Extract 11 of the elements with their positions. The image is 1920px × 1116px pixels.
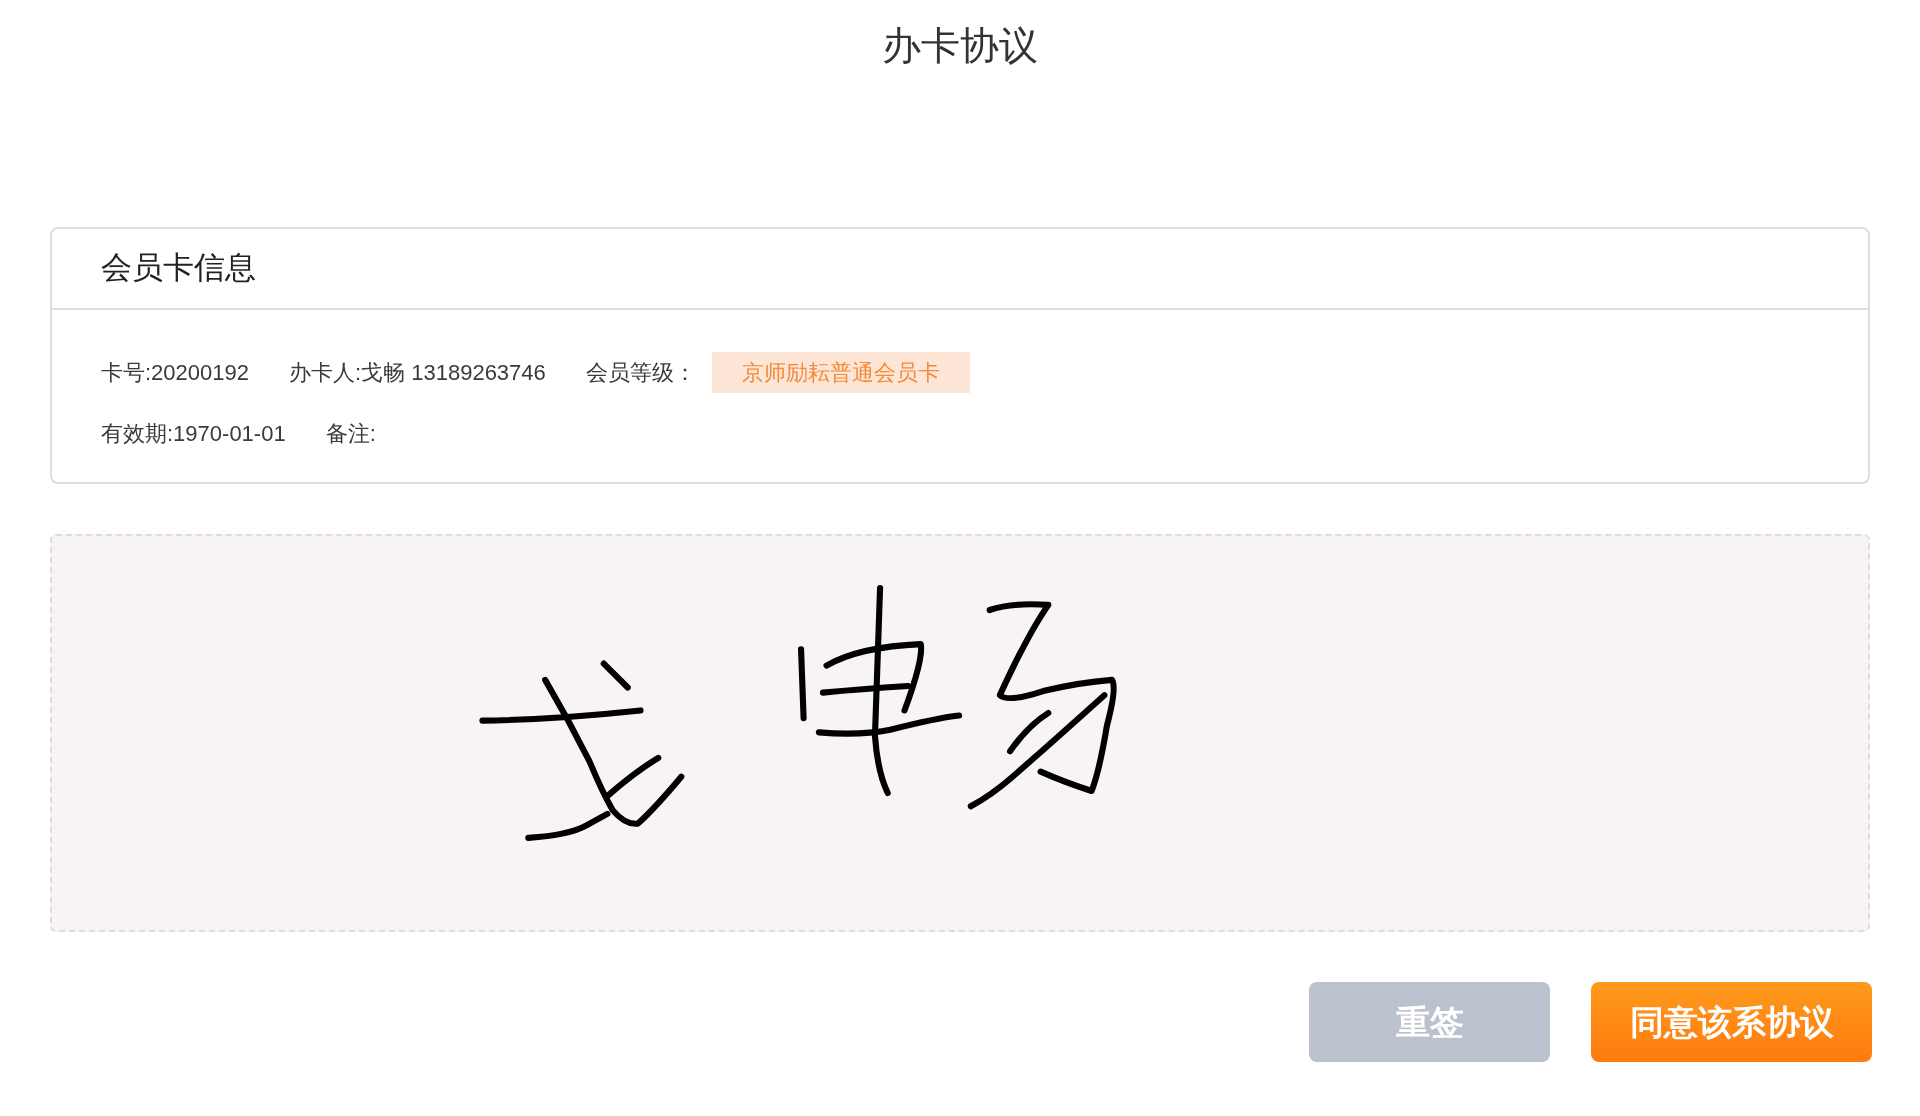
info-text: 有效期:1970-01-01 [101,420,286,448]
info-text: 备注: [325,420,376,448]
resign-button[interactable]: 重签 [1309,982,1550,1062]
info-text: 办卡人:戈畅 13189263746 [289,359,546,387]
section-heading: 会员卡信息 [101,249,256,288]
info-text: 卡号:20200192 [101,359,249,387]
info-text: 会员等级： [585,359,696,387]
signature-pad[interactable] [50,534,1870,932]
level-badge: 京师励耘普通会员卡 [711,352,970,393]
agree-button[interactable]: 同意该系协议 [1591,982,1872,1062]
page-title: 办卡协议 [882,23,1038,69]
